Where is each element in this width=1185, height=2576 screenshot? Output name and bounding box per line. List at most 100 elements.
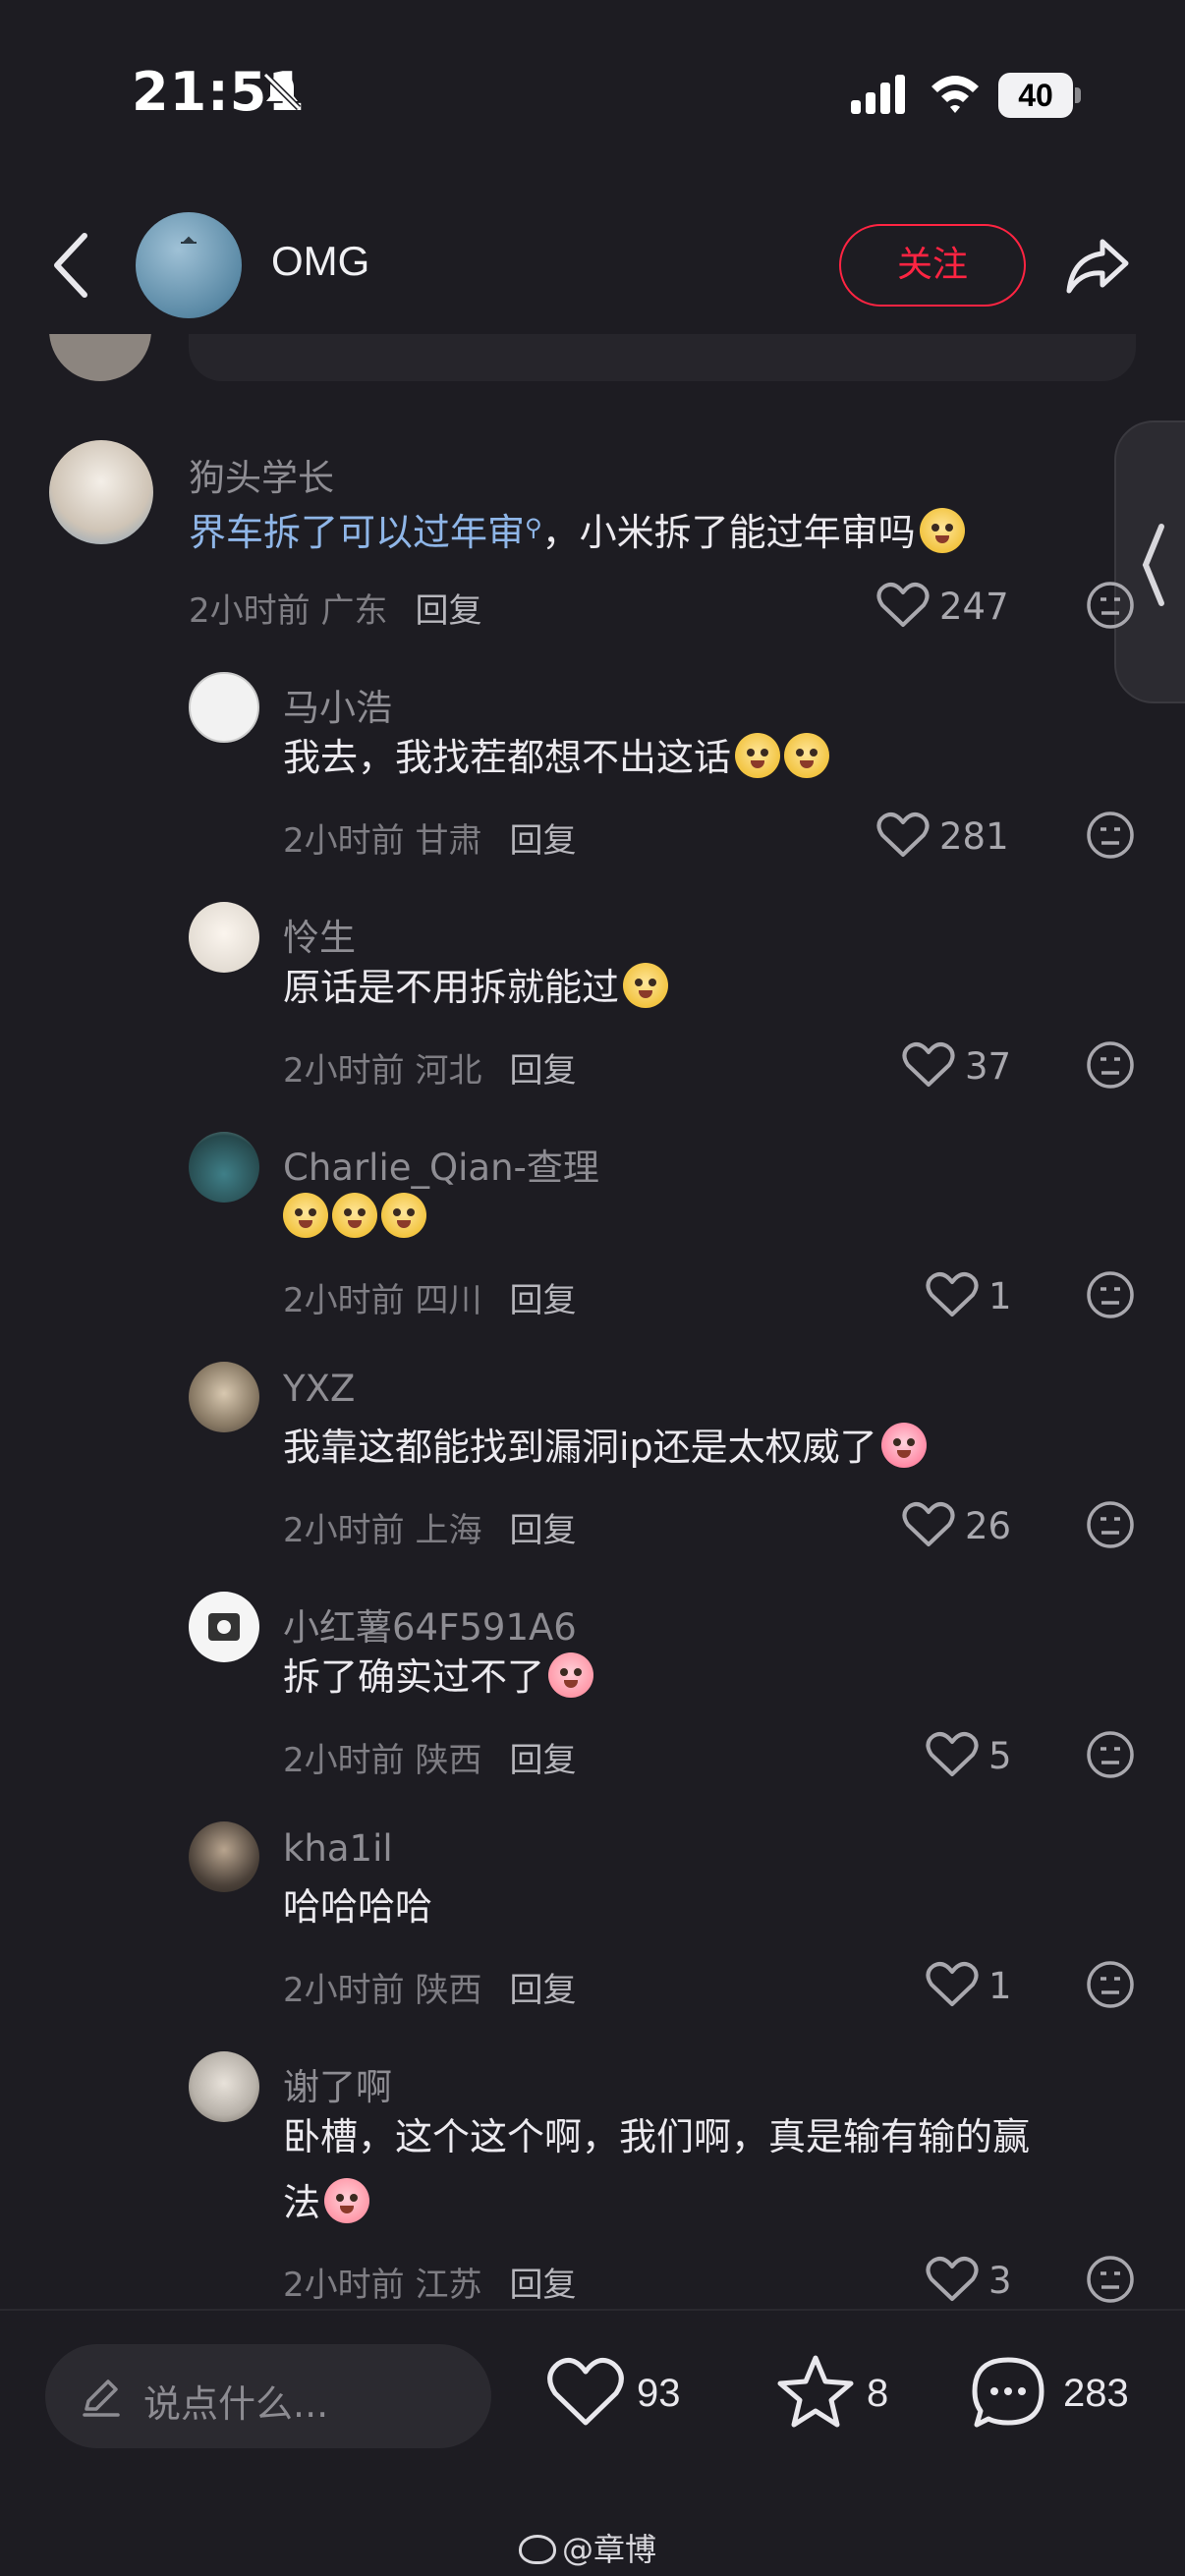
comment-author[interactable]: 马小浩 (283, 678, 392, 731)
heart-icon (902, 1502, 955, 1546)
like-button[interactable]: 1 (926, 1265, 1024, 1324)
weibo-logo-icon (519, 2535, 556, 2564)
comment-meta: 2小时前 广东 回复 (189, 591, 482, 631)
comment-text: 界车拆了可以过年审⚲，小米拆了能过年审吗 (189, 495, 965, 566)
comment-author[interactable]: kha1il (283, 1827, 393, 1870)
comment-text: 原话是不用拆就能过 (283, 955, 669, 1021)
avatar[interactable] (189, 2051, 259, 2122)
follow-button[interactable]: 关注 (839, 224, 1026, 307)
comment-author[interactable]: 小红薯64F591A6 (283, 1597, 577, 1651)
comment-text: 我去，我找茬都想不出这话 (283, 725, 830, 791)
like-button[interactable]: 247 (876, 576, 1014, 635)
dislike-icon[interactable] (1085, 2254, 1136, 2305)
comment-author[interactable]: YXZ (283, 1368, 355, 1410)
signal-icon (851, 75, 905, 114)
pencil-icon (83, 2380, 120, 2417)
reply-button[interactable]: 回复 (509, 1741, 576, 1780)
emoji-icon (283, 1193, 328, 1238)
avatar[interactable] (49, 440, 153, 544)
side-drawer-handle[interactable] (1114, 420, 1185, 703)
back-icon[interactable] (43, 228, 102, 303)
heart-icon (926, 1732, 979, 1776)
avatar[interactable] (189, 1132, 259, 1203)
bell-muted-icon (262, 72, 302, 111)
comment-text: 拆了确实过不了 (283, 1645, 594, 1710)
emoji-icon (623, 963, 669, 1008)
like-button[interactable]: 281 (876, 806, 1014, 865)
reply-button[interactable]: 回复 (509, 1971, 576, 2010)
like-button[interactable]: 37 (902, 1036, 1020, 1094)
dislike-icon[interactable] (1085, 1499, 1136, 1550)
dislike-icon[interactable] (1085, 810, 1136, 861)
search-keyword-link[interactable]: 界车拆了可以过年审 (189, 511, 525, 554)
collect-button[interactable]: 8 (776, 2354, 904, 2433)
emoji-icon (381, 1193, 426, 1238)
like-button[interactable]: 26 (902, 1495, 1020, 1554)
emoji-icon (324, 2178, 370, 2223)
like-note-button[interactable]: 93 (546, 2354, 694, 2433)
reply-button[interactable]: 回复 (509, 821, 576, 861)
status-bar: 21:51 40 (0, 0, 1185, 187)
comment-meta: 2小时前 江苏 回复 (283, 2266, 577, 2305)
heart-icon (876, 812, 930, 857)
chevron-left-icon (1142, 524, 1164, 606)
comment-bubble-icon (972, 2357, 1044, 2428)
avatar[interactable] (189, 1821, 259, 1892)
like-button[interactable]: 3 (926, 2250, 1024, 2309)
comment-meta: 2小时前 甘肃 回复 (283, 821, 577, 861)
comment-author[interactable]: 怜生 (283, 908, 356, 961)
comment-text: 哈哈哈哈 (283, 1885, 433, 1929)
comment-meta: 2小时前 河北 回复 (283, 1051, 577, 1091)
reply-button[interactable]: 回复 (415, 591, 481, 631)
comment-author[interactable]: 谢了啊 (283, 2057, 392, 2110)
wifi-icon (931, 76, 979, 113)
reply-button[interactable]: 回复 (509, 2266, 576, 2305)
author-name[interactable]: OMG (271, 238, 369, 285)
heart-icon (926, 2257, 979, 2301)
emoji-icon (735, 733, 781, 778)
heart-icon (547, 2357, 624, 2426)
avatar[interactable] (189, 1592, 259, 1662)
comment-meta: 2小时前 陕西 回复 (283, 1741, 577, 1780)
avatar[interactable] (189, 672, 259, 743)
reply-button[interactable]: 回复 (509, 1051, 576, 1091)
bottom-action-bar: 说点什么... 93 8 283 (0, 2309, 1185, 2476)
emoji-icon (332, 1193, 377, 1238)
comment-meta: 2小时前 上海 回复 (283, 1511, 577, 1550)
comment-author[interactable]: 狗头学长 (189, 448, 334, 501)
dislike-icon[interactable] (1085, 1729, 1136, 1780)
weibo-watermark: @章博 (519, 2525, 656, 2570)
comments-button[interactable]: 283 (969, 2354, 1146, 2433)
comment-author[interactable]: Charlie_Qian-查理 (283, 1138, 599, 1191)
heart-icon (926, 1962, 979, 2006)
avatar[interactable] (189, 1362, 259, 1432)
battery-level: 40 (998, 73, 1073, 118)
dislike-icon[interactable] (1085, 1269, 1136, 1320)
comment-meta: 2小时前 四川 回复 (283, 1281, 577, 1320)
heart-icon (902, 1042, 955, 1087)
dislike-icon[interactable] (1085, 580, 1136, 631)
emoji-icon (784, 733, 830, 778)
comment-text: 我靠这都能找到漏洞ip还是太权威了 (283, 1415, 927, 1481)
reply-button[interactable]: 回复 (509, 1511, 576, 1550)
star-icon (777, 2355, 854, 2428)
reply-button[interactable]: 回复 (509, 1281, 576, 1320)
emoji-icon (880, 1423, 927, 1468)
heart-icon (926, 1272, 979, 1316)
emoji-icon (548, 1652, 594, 1698)
comment-text: 卧槽，这个这个啊，我们啊，真是输有输的赢法 (283, 2115, 1031, 2224)
heart-icon (876, 583, 930, 627)
like-button[interactable]: 5 (926, 1725, 1024, 1784)
battery-indicator: 40 (998, 73, 1081, 118)
share-icon[interactable] (1063, 232, 1132, 301)
dislike-icon[interactable] (1085, 1959, 1136, 2010)
note-header: OMG 关注 (0, 196, 1185, 334)
comment-text (283, 1185, 426, 1251)
comment-meta: 2小时前 陕西 回复 (283, 1971, 577, 2010)
comment-input-placeholder: 说点什么... (143, 2382, 329, 2426)
avatar[interactable] (189, 902, 259, 973)
like-button[interactable]: 1 (926, 1955, 1024, 2014)
comment-input[interactable]: 说点什么... (45, 2344, 491, 2448)
dislike-icon[interactable] (1085, 1039, 1136, 1091)
author-avatar[interactable] (136, 212, 242, 318)
